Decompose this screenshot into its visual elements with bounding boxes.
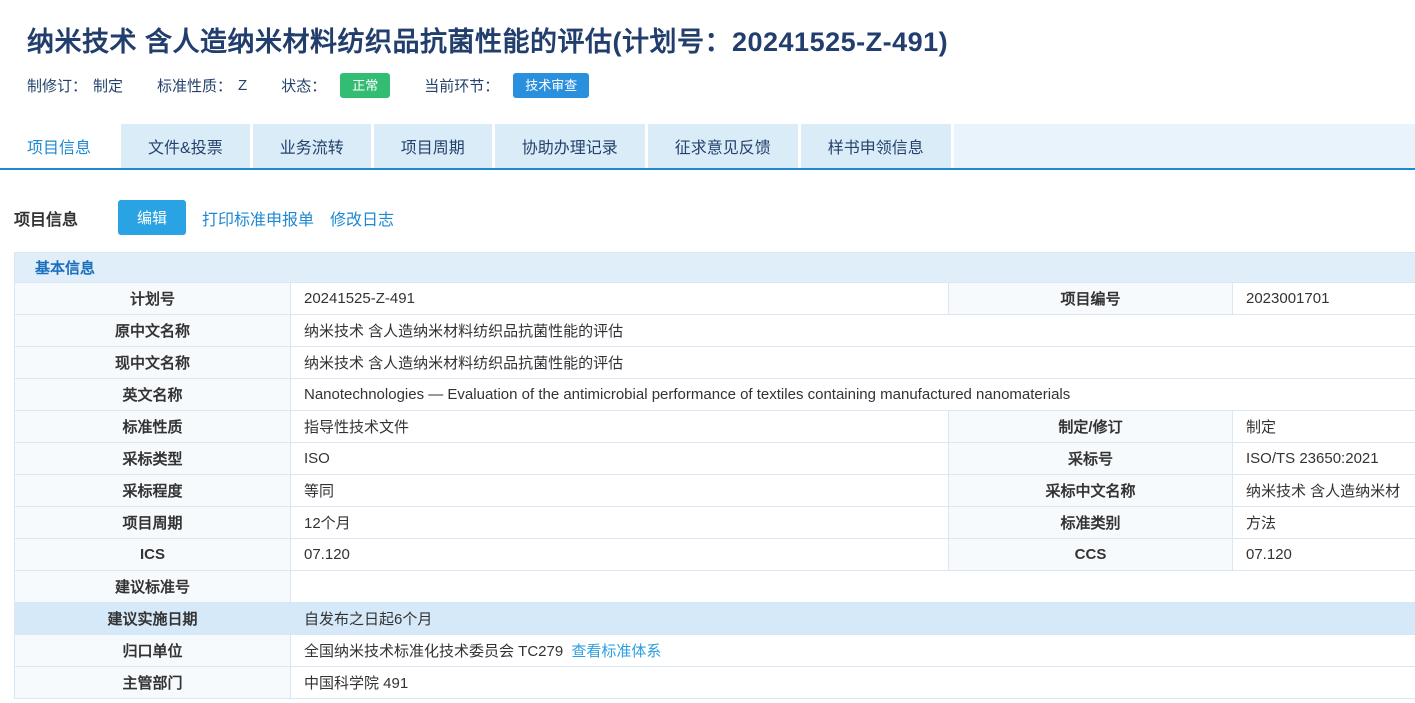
- table-row-highlighted: 建议实施日期 自发布之日起6个月: [15, 603, 1415, 635]
- adoption-degree-value: 等同: [291, 475, 949, 507]
- table-section-header-row: 基本信息: [15, 253, 1415, 283]
- proposed-standard-number-label: 建议标准号: [15, 571, 291, 603]
- tab-files-voting[interactable]: 文件&投票: [121, 124, 250, 168]
- adoption-type-label: 采标类型: [15, 443, 291, 475]
- adoption-degree-label: 采标程度: [15, 475, 291, 507]
- current-chinese-name-label: 现中文名称: [15, 347, 291, 379]
- ics-label: ICS: [15, 539, 291, 571]
- revision-type-label: 制定/修订: [949, 411, 1233, 443]
- standard-category-label: 标准类别: [949, 507, 1233, 539]
- tab-bar-filler: [954, 124, 1415, 168]
- adoption-number-value: ISO/TS 23650:2021: [1233, 443, 1415, 475]
- table-row: 标准性质 指导性技术文件 制定/修订 制定: [15, 411, 1415, 443]
- meta-revision-type-value: 制定: [93, 75, 123, 96]
- standard-category-value: 方法: [1233, 507, 1415, 539]
- table-row: ICS 07.120 CCS 07.120: [15, 539, 1415, 571]
- english-name-label: 英文名称: [15, 379, 291, 411]
- adoption-chinese-name-value: 纳米技术 含人造纳米材: [1233, 475, 1415, 507]
- adoption-number-label: 采标号: [949, 443, 1233, 475]
- plan-number-label: 计划号: [15, 283, 291, 315]
- table-row: 计划号 20241525-Z-491 项目编号 2023001701: [15, 283, 1415, 315]
- project-cycle-label: 项目周期: [15, 507, 291, 539]
- english-name-value: Nanotechnologies — Evaluation of the ant…: [291, 379, 1415, 411]
- tab-project-cycle[interactable]: 项目周期: [374, 124, 492, 168]
- tab-business-flow[interactable]: 业务流转: [253, 124, 371, 168]
- competent-committee-cell: 全国纳米技术标准化技术委员会 TC279 查看标准体系: [291, 635, 1415, 667]
- page-title: 纳米技术 含人造纳米材料纺织品抗菌性能的评估(计划号：20241525-Z-49…: [27, 20, 1415, 59]
- table-row: 原中文名称 纳米技术 含人造纳米材料纺织品抗菌性能的评估: [15, 315, 1415, 347]
- meta-revision-type-label: 制修订：: [27, 75, 87, 96]
- ics-value: 07.120: [291, 539, 949, 571]
- current-chinese-name-value: 纳米技术 含人造纳米材料纺织品抗菌性能的评估: [291, 347, 1415, 379]
- basic-info-section-header: 基本信息: [15, 253, 1415, 283]
- edit-button[interactable]: 编辑: [118, 200, 186, 235]
- view-standard-system-link[interactable]: 查看标准体系: [571, 643, 661, 660]
- table-row: 归口单位 全国纳米技术标准化技术委员会 TC279 查看标准体系: [15, 635, 1415, 667]
- meta-revision-type: 制修订： 制定: [27, 75, 123, 96]
- ccs-value: 07.120: [1233, 539, 1415, 571]
- meta-row: 制修订： 制定 标准性质： Z 状态： 正常 当前环节： 技术审查: [27, 73, 1415, 98]
- adoption-type-value: ISO: [291, 443, 949, 475]
- project-number-label: 项目编号: [949, 283, 1233, 315]
- print-declaration-link[interactable]: 打印标准申报单: [202, 206, 314, 230]
- table-row: 采标类型 ISO 采标号 ISO/TS 23650:2021: [15, 443, 1415, 475]
- proposed-standard-number-value: [291, 571, 1415, 603]
- standard-nature-label: 标准性质: [15, 411, 291, 443]
- adoption-chinese-name-label: 采标中文名称: [949, 475, 1233, 507]
- proposed-implementation-date-value: 自发布之日起6个月: [291, 603, 1415, 635]
- standard-nature-value: 指导性技术文件: [291, 411, 949, 443]
- table-row: 项目周期 12个月 标准类别 方法: [15, 507, 1415, 539]
- tab-sample-request[interactable]: 样书申领信息: [801, 124, 951, 168]
- meta-status-label: 状态：: [281, 75, 326, 96]
- ccs-label: CCS: [949, 539, 1233, 571]
- table-row: 主管部门 中国科学院 491: [15, 667, 1415, 699]
- actions-row: 项目信息 编辑 打印标准申报单 修改日志: [14, 200, 1415, 235]
- competent-committee-value: 全国纳米技术标准化技术委员会 TC279: [304, 643, 563, 660]
- meta-status: 状态： 正常: [281, 73, 390, 98]
- original-chinese-name-label: 原中文名称: [15, 315, 291, 347]
- tab-bar: 项目信息 文件&投票 业务流转 项目周期 协助办理记录 征求意见反馈 样书申领信…: [0, 124, 1415, 170]
- project-number-value: 2023001701: [1233, 283, 1415, 315]
- basic-info-table: 基本信息 计划号 20241525-Z-491 项目编号 2023001701 …: [14, 252, 1415, 699]
- table-row: 现中文名称 纳米技术 含人造纳米材料纺织品抗菌性能的评估: [15, 347, 1415, 379]
- supervising-department-value: 中国科学院 491: [291, 667, 1415, 699]
- supervising-department-label: 主管部门: [15, 667, 291, 699]
- tab-assist-records[interactable]: 协助办理记录: [495, 124, 645, 168]
- table-row: 采标程度 等同 采标中文名称 纳米技术 含人造纳米材: [15, 475, 1415, 507]
- section-title-project-info: 项目信息: [14, 206, 78, 230]
- meta-standard-nature: 标准性质： Z: [157, 75, 247, 96]
- plan-number-value: 20241525-Z-491: [291, 283, 949, 315]
- changelog-link[interactable]: 修改日志: [330, 206, 394, 230]
- tab-project-info[interactable]: 项目信息: [0, 124, 118, 168]
- table-row: 建议标准号: [15, 571, 1415, 603]
- basic-info-table-wrap: 基本信息 计划号 20241525-Z-491 项目编号 2023001701 …: [14, 252, 1415, 699]
- project-cycle-value: 12个月: [291, 507, 949, 539]
- meta-current-stage-label: 当前环节：: [424, 75, 499, 96]
- status-badge: 正常: [340, 73, 390, 98]
- proposed-implementation-date-label: 建议实施日期: [15, 603, 291, 635]
- original-chinese-name-value: 纳米技术 含人造纳米材料纺织品抗菌性能的评估: [291, 315, 1415, 347]
- meta-current-stage: 当前环节： 技术审查: [424, 73, 589, 98]
- meta-standard-nature-value: Z: [238, 77, 247, 94]
- current-stage-badge: 技术审查: [513, 73, 589, 98]
- revision-type-value: 制定: [1233, 411, 1415, 443]
- tab-comment-feedback[interactable]: 征求意见反馈: [648, 124, 798, 168]
- table-row: 英文名称 Nanotechnologies — Evaluation of th…: [15, 379, 1415, 411]
- meta-standard-nature-label: 标准性质：: [157, 75, 232, 96]
- competent-committee-label: 归口单位: [15, 635, 291, 667]
